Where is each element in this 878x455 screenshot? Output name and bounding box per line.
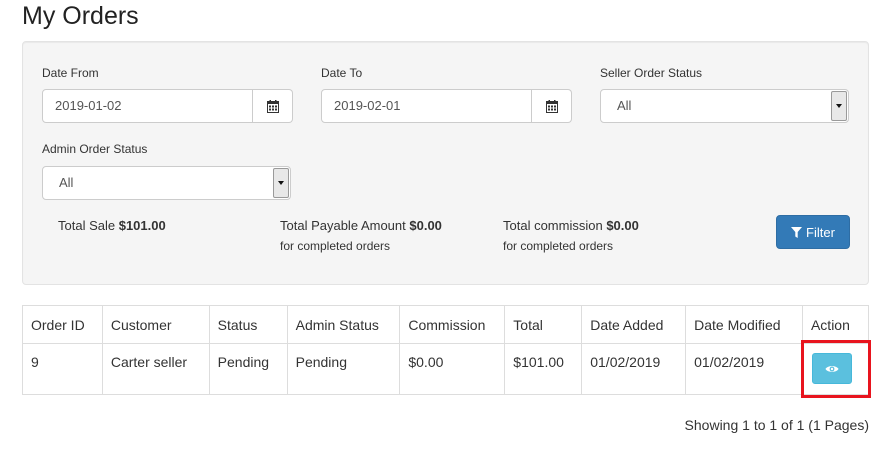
admin-status-cell: Pending <box>286 343 401 395</box>
date-modified-cell: 01/02/2019 <box>685 343 803 395</box>
total-payable-note: for completed orders <box>280 239 391 253</box>
commission-cell: $0.00 <box>399 343 506 395</box>
total-commission-note: for completed orders <box>503 239 614 253</box>
admin-order-status-select[interactable]: All <box>42 166 291 200</box>
seller-order-status-select[interactable]: All <box>600 89 849 123</box>
seller-order-status-label: Seller Order Status <box>600 66 703 80</box>
page-title: My Orders <box>22 2 139 30</box>
filter-button[interactable]: Filter <box>776 215 850 249</box>
total-commission-label: Total commission <box>503 218 603 233</box>
total-sale-label: Total Sale <box>58 218 116 233</box>
total-sale-value: $101.00 <box>118 218 166 233</box>
date-to-input[interactable]: 2019-02-01 <box>321 89 532 123</box>
admin-order-status-value: All <box>59 175 74 190</box>
column-header: Admin Status <box>286 305 401 344</box>
date-from-input[interactable]: 2019-01-02 <box>42 89 253 123</box>
calendar-icon <box>545 99 558 113</box>
eye-icon <box>825 365 839 372</box>
filter-panel: Date From 2019-01-02 Date To 2019-02-01 … <box>22 41 869 285</box>
total-sale: Total Sale $101.00 <box>58 218 166 233</box>
filter-icon <box>791 226 803 238</box>
seller-order-status-value: All <box>617 98 632 113</box>
total-cell: $101.00 <box>504 343 583 395</box>
column-header: Status <box>208 305 288 344</box>
chevron-down-icon[interactable] <box>273 168 289 198</box>
column-header: Order ID <box>22 305 103 344</box>
calendar-icon <box>266 99 279 113</box>
pagination-info: Showing 1 to 1 of 1 (1 Pages) <box>684 417 869 433</box>
date-from-calendar-button[interactable] <box>253 89 293 123</box>
admin-order-status-label: Admin Order Status <box>42 142 148 156</box>
column-header: Total <box>504 305 583 344</box>
total-payable: Total Payable Amount $0.00 <box>280 218 442 233</box>
status-cell: Pending <box>208 343 288 395</box>
date-to-calendar-button[interactable] <box>532 89 572 123</box>
column-header: Action <box>801 305 870 344</box>
total-commission: Total commission $0.00 <box>503 218 639 233</box>
date-added-cell: 01/02/2019 <box>581 343 687 395</box>
chevron-down-icon[interactable] <box>831 91 847 121</box>
orders-table: Order ID Customer Status Admin Status Co… <box>22 305 870 395</box>
filter-button-label: Filter <box>806 224 835 240</box>
action-cell <box>801 343 870 395</box>
order-id-cell: 9 <box>22 343 103 395</box>
column-header: Date Added <box>581 305 687 344</box>
total-payable-value: $0.00 <box>409 218 442 233</box>
total-commission-value: $0.00 <box>606 218 639 233</box>
table-header-row: Order ID Customer Status Admin Status Co… <box>22 305 870 344</box>
date-from-label: Date From <box>42 66 99 80</box>
customer-cell: Carter seller <box>101 343 210 395</box>
column-header: Customer <box>101 305 210 344</box>
total-payable-label: Total Payable Amount <box>280 218 406 233</box>
table-row: 9 Carter seller Pending Pending $0.00 $1… <box>22 343 870 395</box>
column-header: Commission <box>399 305 506 344</box>
view-order-button[interactable] <box>811 353 852 384</box>
date-to-label: Date To <box>321 66 363 80</box>
column-header: Date Modified <box>685 305 803 344</box>
